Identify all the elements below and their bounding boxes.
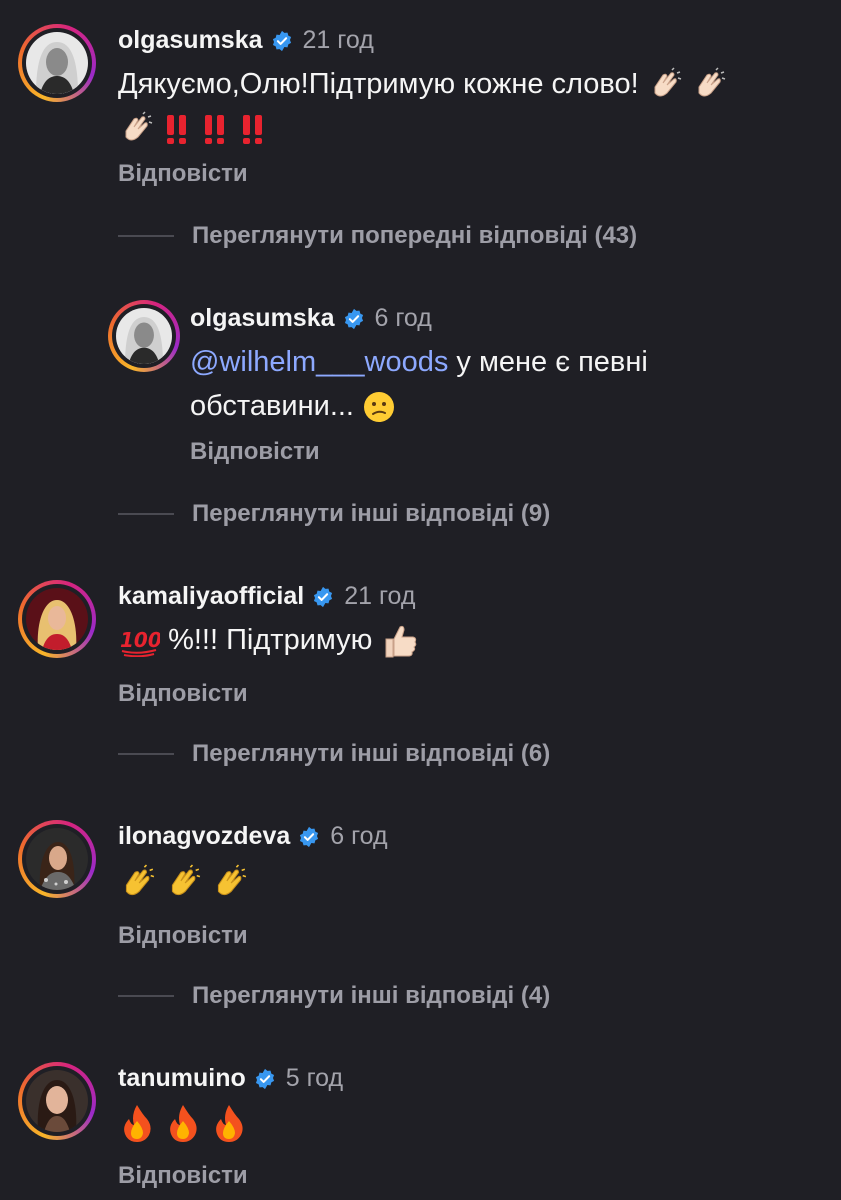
thread-line [118,235,174,237]
view-replies-button[interactable]: Переглянути інші відповіді (9) [118,500,550,528]
fire-emoji [210,1103,248,1143]
view-replies-button[interactable]: Переглянути інші відповіді (4) [118,982,550,1010]
comment-time: 21 год [344,582,416,610]
thread-line [118,753,174,755]
verified-badge-icon [271,30,293,52]
comment-text: Дякуємо,Олю!Підтримую кожне слово! [118,62,828,150]
comment-text-line: обставини... [190,390,354,422]
comment-text: 100 %!!! Підтримую [118,618,818,662]
hundred-points-emoji: 100 [118,625,160,658]
thread-line [118,513,174,515]
fire-emoji [118,1103,156,1143]
username[interactable]: ilonagvozdeva [118,822,290,851]
clapping-hands-emoji [118,111,154,147]
clapping-hands-emoji [164,864,202,902]
mention-link[interactable]: @wilhelm___woods [190,346,448,378]
view-replies-label: Переглянути інші відповіді (4) [192,982,551,1009]
confused-face-emoji [362,390,396,424]
comment-text-line: %!!! Підтримую [168,624,373,656]
username[interactable]: olgasumska [118,26,263,55]
reply-button[interactable]: Відповісти [118,680,248,708]
verified-badge-icon [298,826,320,848]
clapping-hands-emoji [691,67,727,103]
reply-button[interactable]: Відповісти [190,438,320,466]
comment-text [118,1100,818,1144]
double-exclamation-emoji [200,112,230,146]
comment-time: 21 год [302,26,374,54]
clapping-hands-emoji [210,864,248,902]
avatar[interactable] [108,300,180,372]
view-replies-button[interactable]: Переглянути попередні відповіді (43) [118,222,637,250]
thread-line [118,995,174,997]
avatar[interactable] [18,1062,96,1140]
avatar[interactable] [18,820,96,898]
username[interactable]: kamaliyaofficial [118,582,304,611]
comment-time: 5 год [285,1064,344,1092]
reply-button[interactable]: Відповісти [118,922,248,950]
view-replies-label: Переглянути інші відповіді (6) [192,740,551,767]
avatar[interactable] [18,580,96,658]
view-replies-label: Переглянути попередні відповіді (43) [192,222,638,249]
verified-badge-icon [254,1068,276,1090]
comment-text: @wilhelm___woods у мене є певні обставин… [190,340,810,428]
verified-badge-icon [343,308,365,330]
username[interactable]: olgasumska [190,304,335,333]
view-replies-label: Переглянути інші відповіді (9) [192,500,551,527]
thumbs-up-emoji [380,621,420,661]
fire-emoji [164,1103,202,1143]
comment-text [118,860,818,904]
comment-time: 6 год [330,822,388,850]
comment-text-line: у мене є певні [448,346,648,378]
view-replies-button[interactable]: Переглянути інші відповіді (6) [118,740,550,768]
reply-button[interactable]: Відповісти [118,160,248,188]
double-exclamation-emoji [238,112,268,146]
clapping-hands-emoji [118,864,156,902]
clapping-hands-emoji [647,67,683,103]
comment-text-line: Дякуємо,Олю!Підтримую кожне слово! [118,68,639,100]
comment-time: 6 год [374,304,432,332]
svg-text:100: 100 [120,628,160,652]
double-exclamation-emoji [162,112,192,146]
reply-button[interactable]: Відповісти [118,1162,248,1190]
avatar[interactable] [18,24,96,102]
verified-badge-icon [312,586,334,608]
username[interactable]: tanumuino [118,1064,246,1093]
